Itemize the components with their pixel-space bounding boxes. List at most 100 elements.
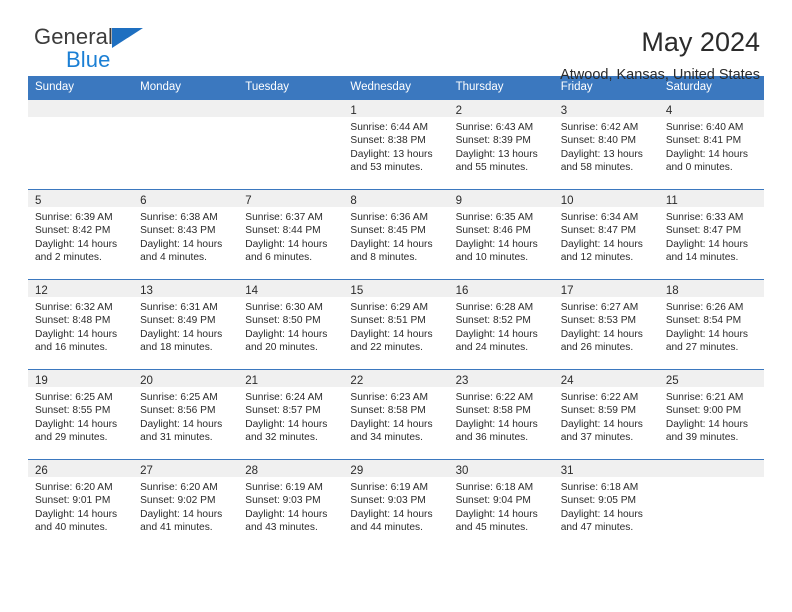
calendar-day-cell[interactable]: 23 Sunrise: 6:22 AM Sunset: 8:58 PM Dayligh… [448, 369, 554, 460]
sunrise-text: Sunrise: 6:25 AM [140, 392, 218, 403]
calendar-day-cell[interactable]: 20 Sunrise: 6:25 AM Sunset: 8:56 PM Dayligh… [133, 369, 239, 460]
calendar-day-cell[interactable]: 13 Sunrise: 6:31 AM Sunset: 8:49 PM Dayligh… [133, 279, 239, 370]
day-cell-inner: 31 Sunrise: 6:18 AM Sunset: 9:05 PM Dayligh… [553, 460, 659, 549]
calendar-day-cell[interactable]: 14 Sunrise: 6:30 AM Sunset: 8:50 PM Dayligh… [238, 279, 344, 370]
day-sun-info: Sunrise: 6:31 AM Sunset: 8:49 PM Daylight:… [133, 297, 238, 355]
calendar-day-cell[interactable]: 1 Sunrise: 6:44 AM Sunset: 8:38 PM Daylight… [343, 99, 449, 190]
sunrise-text: Sunrise: 6:18 AM [560, 482, 639, 493]
sunset-text: Sunset: 9:02 PM [140, 495, 216, 507]
day-number-band: 30 [448, 460, 554, 477]
day-number: 9 [455, 195, 462, 207]
calendar-day-cell[interactable]: 25 Sunrise: 6:21 AM Sunset: 9:00 PM Dayligh… [658, 369, 764, 460]
calendar-day-cell[interactable]: 18 Sunrise: 6:26 AM Sunset: 8:54 PM Dayligh… [658, 279, 764, 370]
calendar-day-cell[interactable]: 6 Sunrise: 6:38 AM Sunset: 8:43 PM Daylight… [133, 189, 239, 280]
calendar-day-cell[interactable]: 3 Sunrise: 6:42 AM Sunset: 8:40 PM Daylight… [553, 99, 659, 190]
calendar-day-cell[interactable]: 28 Sunrise: 6:19 AM Sunset: 9:03 PM Dayligh… [238, 459, 344, 549]
sunrise-text: Sunrise: 6:39 AM [35, 212, 113, 223]
calendar-day-cell[interactable]: 16 Sunrise: 6:28 AM Sunset: 8:52 PM Dayligh… [448, 279, 554, 370]
sunrise-text: Sunrise: 6:19 AM [350, 482, 429, 493]
day-number: 5 [35, 195, 42, 207]
day-sun-info: Sunrise: 6:43 AM Sunset: 8:39 PM Daylight:… [449, 117, 554, 175]
calendar-day-cell-empty [28, 99, 134, 190]
calendar-day-cell[interactable]: 19 Sunrise: 6:25 AM Sunset: 8:55 PM Dayligh… [28, 369, 134, 460]
calendar-day-cell[interactable]: 2 Sunrise: 6:43 AM Sunset: 8:39 PM Daylight… [448, 99, 554, 190]
sunrise-text: Sunrise: 6:25 AM [35, 392, 113, 403]
calendar-week-row: 5 Sunrise: 6:39 AM Sunset: 8:42 PM Daylight… [28, 189, 764, 280]
calendar-day-cell[interactable]: 30 Sunrise: 6:18 AM Sunset: 9:04 PM Dayligh… [448, 459, 554, 549]
day-number-band: 20 [133, 370, 239, 387]
day-cell-inner [133, 100, 239, 189]
calendar-day-cell-empty [658, 459, 764, 549]
daylight-text: Daylight: 14 hours and 37 minutes. [560, 418, 643, 444]
calendar-day-cell[interactable]: 31 Sunrise: 6:18 AM Sunset: 9:05 PM Dayligh… [553, 459, 659, 549]
day-cell-inner: 9 Sunrise: 6:35 AM Sunset: 8:46 PM Daylight… [448, 190, 554, 279]
sunrise-text: Sunrise: 6:26 AM [665, 302, 744, 313]
calendar-day-cell[interactable]: 7 Sunrise: 6:37 AM Sunset: 8:44 PM Daylight… [238, 189, 344, 280]
sunrise-text: Sunrise: 6:27 AM [560, 302, 639, 313]
day-number-band: 31 [553, 460, 659, 477]
daylight-text: Daylight: 14 hours and 16 minutes. [35, 328, 118, 354]
day-cell-inner: 13 Sunrise: 6:31 AM Sunset: 8:49 PM Dayligh… [133, 280, 239, 369]
calendar-day-cell[interactable]: 22 Sunrise: 6:23 AM Sunset: 8:58 PM Dayligh… [343, 369, 449, 460]
day-sun-info: Sunrise: 6:38 AM Sunset: 8:43 PM Daylight:… [133, 207, 238, 265]
sunrise-text: Sunrise: 6:29 AM [350, 302, 429, 313]
calendar-day-cell[interactable]: 26 Sunrise: 6:20 AM Sunset: 9:01 PM Dayligh… [28, 459, 134, 549]
calendar-day-cell[interactable]: 4 Sunrise: 6:40 AM Sunset: 8:41 PM Daylight… [658, 99, 764, 190]
calendar-day-cell[interactable]: 24 Sunrise: 6:22 AM Sunset: 8:59 PM Dayligh… [553, 369, 659, 460]
weekday-header-thursday: Thursday [448, 76, 554, 100]
daylight-text: Daylight: 13 hours and 55 minutes. [455, 148, 538, 174]
sunset-text: Sunset: 8:49 PM [140, 315, 216, 327]
daylight-text: Daylight: 14 hours and 36 minutes. [455, 418, 538, 444]
day-sun-info: Sunrise: 6:36 AM Sunset: 8:45 PM Daylight:… [343, 207, 448, 265]
sunrise-text: Sunrise: 6:36 AM [350, 212, 429, 223]
calendar-day-cell[interactable]: 10 Sunrise: 6:34 AM Sunset: 8:47 PM Dayligh… [553, 189, 659, 280]
sunrise-text: Sunrise: 6:37 AM [245, 212, 323, 223]
day-cell-inner: 18 Sunrise: 6:26 AM Sunset: 8:54 PM Dayligh… [658, 280, 764, 369]
day-sun-info: Sunrise: 6:44 AM Sunset: 8:38 PM Daylight:… [343, 117, 448, 175]
calendar-day-cell[interactable]: 27 Sunrise: 6:20 AM Sunset: 9:02 PM Dayligh… [133, 459, 239, 549]
sunrise-text: Sunrise: 6:42 AM [560, 122, 639, 133]
calendar-week-row: 26 Sunrise: 6:20 AM Sunset: 9:01 PM Dayligh… [28, 459, 764, 549]
weekday-header-wednesday: Wednesday [343, 76, 449, 100]
daylight-text: Daylight: 14 hours and 2 minutes. [35, 238, 118, 264]
day-number: 4 [665, 105, 673, 117]
day-number-band: 19 [28, 370, 134, 387]
daylight-text: Daylight: 14 hours and 20 minutes. [245, 328, 328, 354]
calendar-day-cell[interactable]: 29 Sunrise: 6:19 AM Sunset: 9:03 PM Dayligh… [343, 459, 449, 549]
day-number-band: 25 [658, 370, 764, 387]
calendar-body: 1 Sunrise: 6:44 AM Sunset: 8:38 PM Daylight… [28, 99, 764, 549]
calendar-day-cell[interactable]: 5 Sunrise: 6:39 AM Sunset: 8:42 PM Daylight… [28, 189, 134, 280]
day-number-band: 23 [448, 370, 554, 387]
sunrise-text: Sunrise: 6:30 AM [245, 302, 323, 313]
calendar-day-cell[interactable]: 12 Sunrise: 6:32 AM Sunset: 8:48 PM Dayligh… [28, 279, 134, 370]
sunrise-text: Sunrise: 6:22 AM [455, 392, 534, 403]
day-number: 3 [560, 105, 568, 117]
day-number-band: 29 [343, 460, 449, 477]
calendar-day-cell[interactable]: 17 Sunrise: 6:27 AM Sunset: 8:53 PM Dayligh… [553, 279, 659, 370]
day-number: 11 [665, 195, 678, 207]
daylight-text: Daylight: 14 hours and 8 minutes. [350, 238, 433, 264]
sunset-text: Sunset: 8:58 PM [455, 405, 531, 417]
sunset-text: Sunset: 8:51 PM [350, 315, 426, 327]
sunset-text: Sunset: 8:43 PM [140, 225, 216, 237]
day-sun-info: Sunrise: 6:20 AM Sunset: 9:01 PM Daylight:… [28, 477, 133, 535]
daylight-text: Daylight: 14 hours and 12 minutes. [560, 238, 643, 264]
generalblue-logo[interactable]: General Blue [34, 26, 143, 71]
day-number: 30 [455, 465, 469, 477]
calendar-day-cell[interactable]: 15 Sunrise: 6:29 AM Sunset: 8:51 PM Dayligh… [343, 279, 449, 370]
calendar-day-cell[interactable]: 9 Sunrise: 6:35 AM Sunset: 8:46 PM Daylight… [448, 189, 554, 280]
sunset-text: Sunset: 8:56 PM [140, 405, 216, 417]
calendar-day-cell[interactable]: 11 Sunrise: 6:33 AM Sunset: 8:47 PM Dayligh… [658, 189, 764, 280]
calendar-day-cell[interactable]: 21 Sunrise: 6:24 AM Sunset: 8:57 PM Dayligh… [238, 369, 344, 460]
calendar-day-cell[interactable]: 8 Sunrise: 6:36 AM Sunset: 8:45 PM Daylight… [343, 189, 449, 280]
day-sun-info: Sunrise: 6:19 AM Sunset: 9:03 PM Daylight:… [238, 477, 343, 535]
day-cell-inner: 29 Sunrise: 6:19 AM Sunset: 9:03 PM Dayligh… [343, 460, 449, 549]
day-cell-inner: 14 Sunrise: 6:30 AM Sunset: 8:50 PM Dayligh… [238, 280, 344, 369]
day-number-band: 26 [28, 460, 134, 477]
day-cell-inner: 15 Sunrise: 6:29 AM Sunset: 8:51 PM Dayligh… [343, 280, 449, 369]
day-cell-inner [658, 460, 764, 549]
page-header: General Blue May 2024 Atwood, Kansas, Un… [28, 0, 764, 83]
daylight-text: Daylight: 14 hours and 47 minutes. [560, 508, 643, 534]
sunset-text: Sunset: 9:01 PM [35, 495, 111, 507]
day-number: 22 [350, 375, 364, 387]
